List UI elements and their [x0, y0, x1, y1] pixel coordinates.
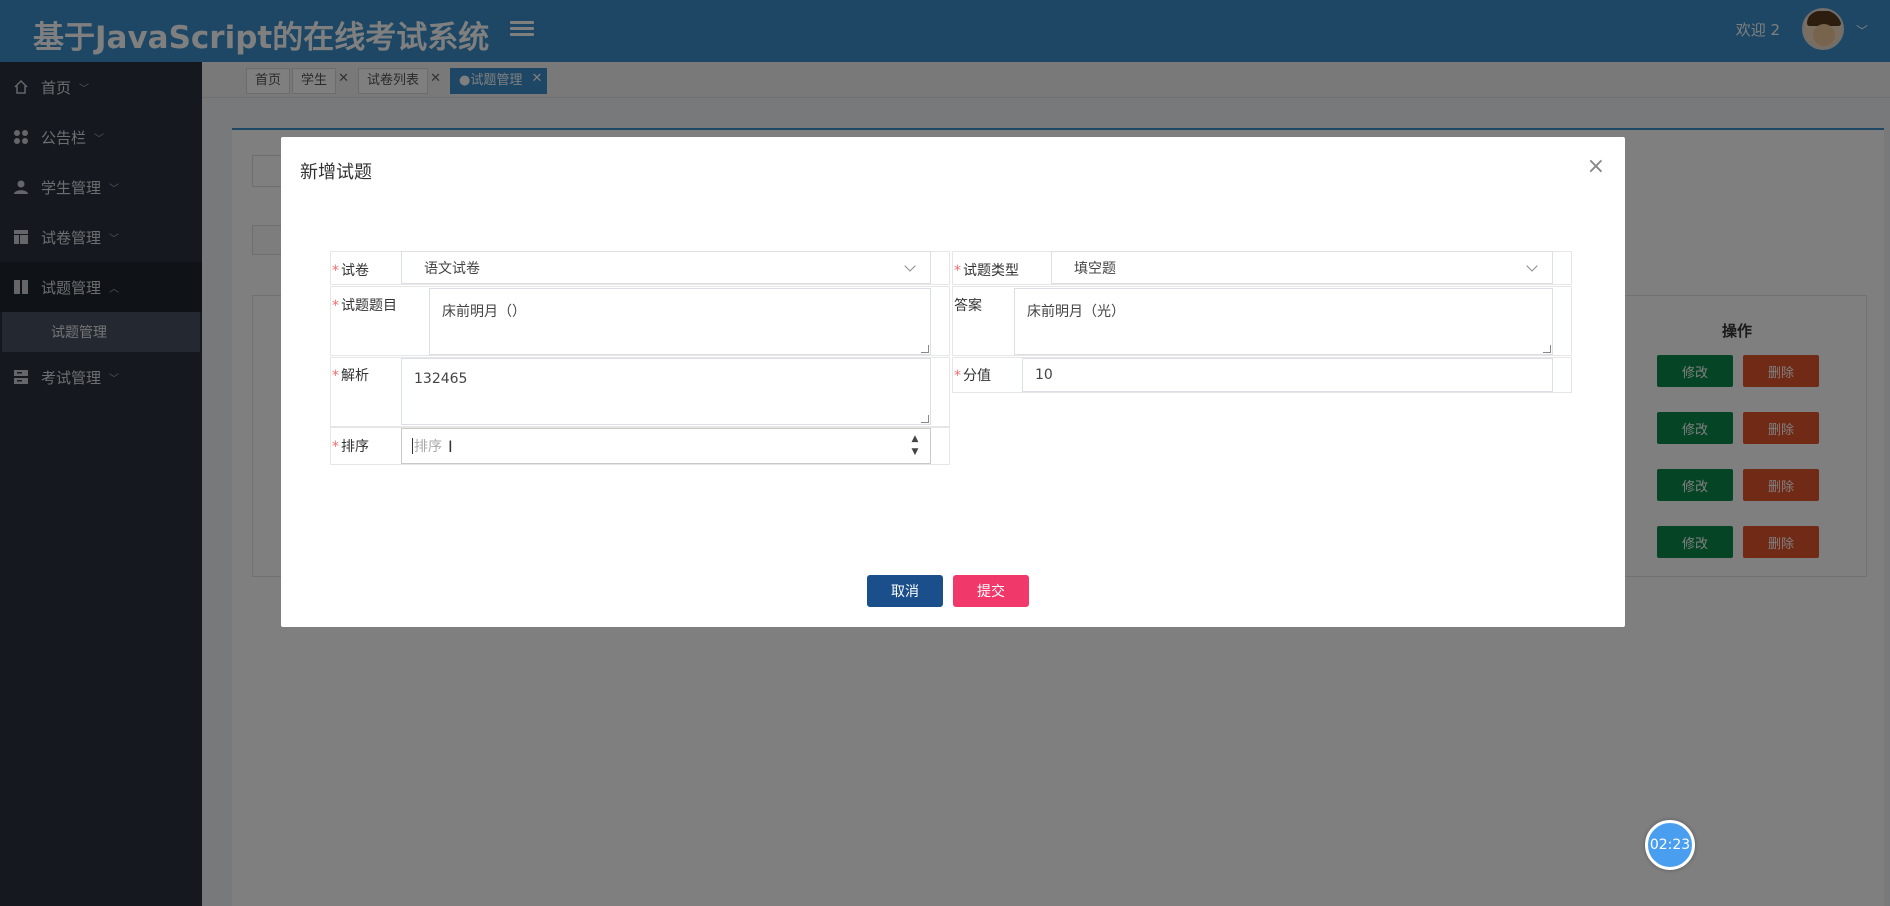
- order-number-input[interactable]: 排序 I ▲ ▼: [401, 428, 931, 464]
- resize-handle[interactable]: [921, 415, 929, 423]
- score-input[interactable]: 10: [1022, 358, 1553, 392]
- ibeam-cursor-icon: I: [448, 437, 453, 456]
- number-spinner[interactable]: ▲ ▼: [908, 433, 922, 461]
- analysis-textarea[interactable]: 132465: [401, 358, 931, 425]
- paper-select[interactable]: 语文试卷: [401, 251, 931, 284]
- answer-label: 答案: [954, 298, 982, 314]
- analysis-label: * 解析: [332, 368, 369, 384]
- resize-handle[interactable]: [921, 345, 929, 353]
- cancel-button[interactable]: 取消: [867, 575, 943, 607]
- chevron-down-icon: [904, 259, 916, 272]
- dialog-title: 新增试题: [300, 162, 372, 183]
- type-label: * 试题类型: [954, 263, 1019, 279]
- question-textarea[interactable]: 床前明月（）: [429, 288, 931, 355]
- text-cursor: [412, 438, 413, 454]
- close-icon[interactable]: ×: [1587, 154, 1605, 179]
- order-label: * 排序: [332, 439, 369, 455]
- exam-timer[interactable]: 02:23: [1645, 820, 1695, 870]
- question-label: * 试题题目: [332, 298, 397, 314]
- resize-handle[interactable]: [1543, 345, 1551, 353]
- answer-textarea[interactable]: 床前明月（光）: [1014, 288, 1553, 355]
- add-question-dialog: 新增试题 × * 试卷 语文试卷 * 试题类型 填空题 * 试题题目 床前明月（） 答…: [281, 137, 1625, 627]
- submit-button[interactable]: 提交: [953, 575, 1029, 607]
- chevron-down-icon: [1526, 259, 1538, 272]
- paper-label: * 试卷: [332, 263, 369, 279]
- type-select[interactable]: 填空题: [1051, 251, 1553, 284]
- score-label: * 分值: [954, 368, 991, 384]
